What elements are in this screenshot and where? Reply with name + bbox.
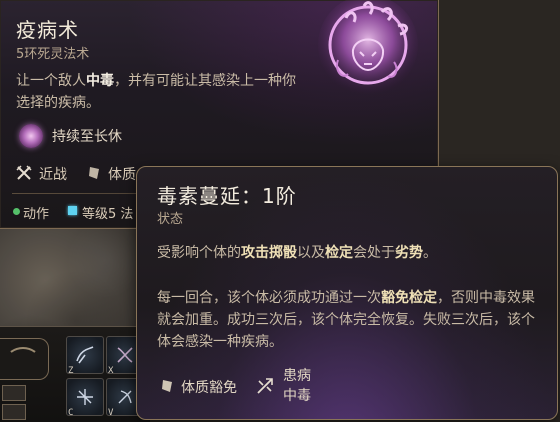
condition-description-1: 受影响个体的攻击掷骰以及检定会处于劣势。 (157, 242, 542, 264)
condition-effects: 患病 中毒 (283, 366, 311, 406)
desc-text: 。 (423, 245, 437, 261)
desc-text: 受影响个体的 (157, 245, 241, 261)
hotbar-toggle-1[interactable] (2, 385, 26, 401)
condition-description-2: 每一回合，该个体必须成功通过一次豁免检定，否则中毒效果就会加重。成功三次后，该个… (157, 287, 542, 353)
hotbar-key-label: C (68, 408, 74, 418)
hotbar-key-label: X (108, 366, 114, 376)
hotbar-weapon-slot[interactable] (0, 338, 49, 380)
attack-roll-keyword[interactable]: 攻击掷骰 (241, 245, 297, 261)
spell-slot-icon (68, 206, 77, 215)
sparkle-orb-icon (19, 124, 43, 148)
crossed-swords-icon (16, 165, 32, 180)
spell-title: 疫病术 (16, 18, 79, 42)
spell-subtitle: 5环死灵法术 (16, 47, 90, 62)
poisoned-keyword[interactable]: 中毒 (86, 73, 114, 89)
skill-icon (117, 347, 133, 363)
shield-stone-icon (89, 167, 99, 179)
shield-stone-icon (162, 380, 172, 392)
action-indicator-icon (13, 208, 20, 215)
range-label: 近战 (39, 167, 67, 183)
check-keyword[interactable]: 检定 (325, 245, 353, 261)
duration-label: 持续至长休 (52, 129, 122, 145)
saving-throw-keyword[interactable]: 豁免检定 (381, 290, 437, 306)
necromancy-spell-art-icon (318, 0, 418, 95)
condition-tooltip: 毒素蔓延：1阶 状态 受影响个体的攻击掷骰以及检定会处于劣势。 每一回合，该个体… (136, 166, 558, 420)
desc-text: 会处于 (353, 245, 395, 261)
saving-throw-label: 体质 (108, 167, 136, 183)
condition-subtitle: 状态 (157, 212, 184, 227)
condition-title: 毒素蔓延：1阶 (157, 184, 297, 208)
hotbar-key-label: V (108, 408, 114, 418)
desc-text: 每一回合，该个体必须成功通过一次 (157, 290, 381, 306)
hotbar-key-label: Z (68, 366, 74, 376)
desc-text: 以及 (297, 245, 325, 261)
broken-arrow-icon (257, 378, 273, 394)
hotbar-toggle-2[interactable] (2, 404, 26, 420)
skill-icon (118, 390, 132, 404)
poisoned-effect[interactable]: 中毒 (283, 386, 311, 406)
spell-description: 让一个敌人中毒，并有可能让其感染上一种你选择的疾病。 (16, 70, 296, 114)
desc-text: 让一个敌人 (16, 73, 86, 89)
spell-level-label: 等级5 法 (82, 207, 134, 222)
saving-throw-type: 体质豁免 (181, 380, 237, 396)
diseased-effect[interactable]: 患病 (283, 366, 311, 386)
action-type-label: 动作 (23, 207, 50, 222)
skill-icon (76, 346, 94, 364)
skill-icon (77, 389, 93, 405)
disadvantage-keyword[interactable]: 劣势 (395, 245, 423, 261)
